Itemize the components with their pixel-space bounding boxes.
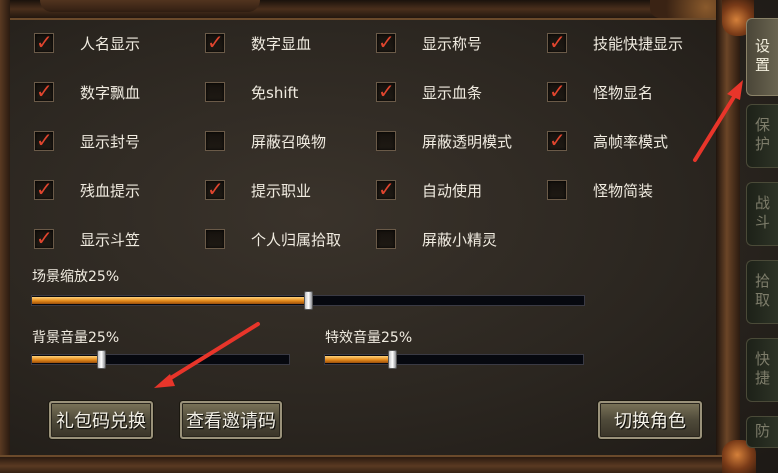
arrow-to-redeem-button xyxy=(154,322,260,388)
annotation-arrows xyxy=(154,80,743,388)
arrow-to-settings-tab xyxy=(693,80,743,162)
settings-panel: 设置 保护 战斗 拾取 快捷 防 ✓ 人名显示 ✓ 数字显血 ✓ 显示称号 ✓ 技能快捷显示 ✓… xyxy=(0,0,778,473)
